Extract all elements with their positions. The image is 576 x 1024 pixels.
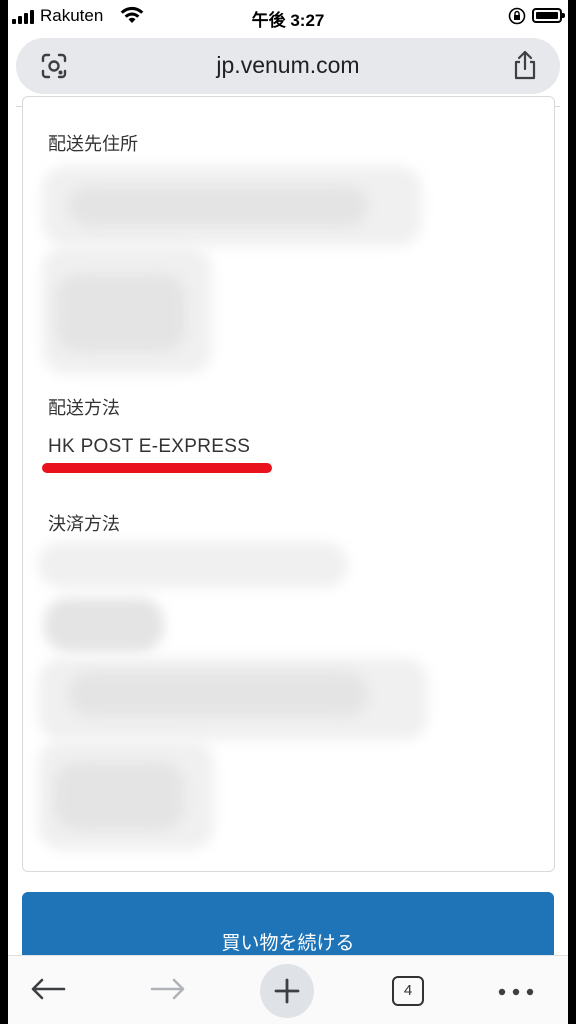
phone-screen: Rakuten 午後 3:27 jp.venum.com 配送先住所 配送方法 … (8, 0, 568, 1024)
orientation-lock-icon (508, 7, 526, 30)
status-bar: Rakuten 午後 3:27 (8, 0, 568, 34)
continue-shopping-button[interactable]: 買い物を続ける (22, 892, 554, 962)
battery-icon (532, 8, 565, 23)
browser-toolbar: 4 (8, 955, 568, 1024)
more-button[interactable] (496, 956, 536, 1024)
forward-button[interactable] (144, 956, 192, 1024)
url-text[interactable]: jp.venum.com (16, 52, 560, 79)
new-tab-icon (260, 963, 314, 1018)
clock: 午後 3:27 (251, 11, 325, 30)
tab-switcher-button[interactable]: 4 (390, 956, 426, 1024)
back-icon (30, 977, 66, 1005)
share-icon[interactable] (512, 50, 538, 84)
continue-shopping-label: 買い物を続ける (221, 932, 355, 954)
tabs-icon: 4 (392, 975, 424, 1006)
shipping-address-label: 配送先住所 (48, 134, 138, 155)
back-button[interactable] (24, 956, 72, 1024)
forward-icon (150, 977, 186, 1005)
shipping-method-value: HK POST E-EXPRESS (48, 436, 251, 457)
shipping-method-label: 配送方法 (48, 398, 120, 419)
more-icon (498, 981, 534, 1000)
address-bar[interactable]: jp.venum.com (16, 38, 560, 94)
new-tab-button[interactable] (260, 956, 314, 1024)
page-content: 配送先住所 配送方法 HK POST E-EXPRESS 決済方法 買い物を続け… (8, 96, 568, 962)
payment-method-label: 決済方法 (48, 514, 120, 535)
red-underline-annotation (42, 463, 272, 473)
